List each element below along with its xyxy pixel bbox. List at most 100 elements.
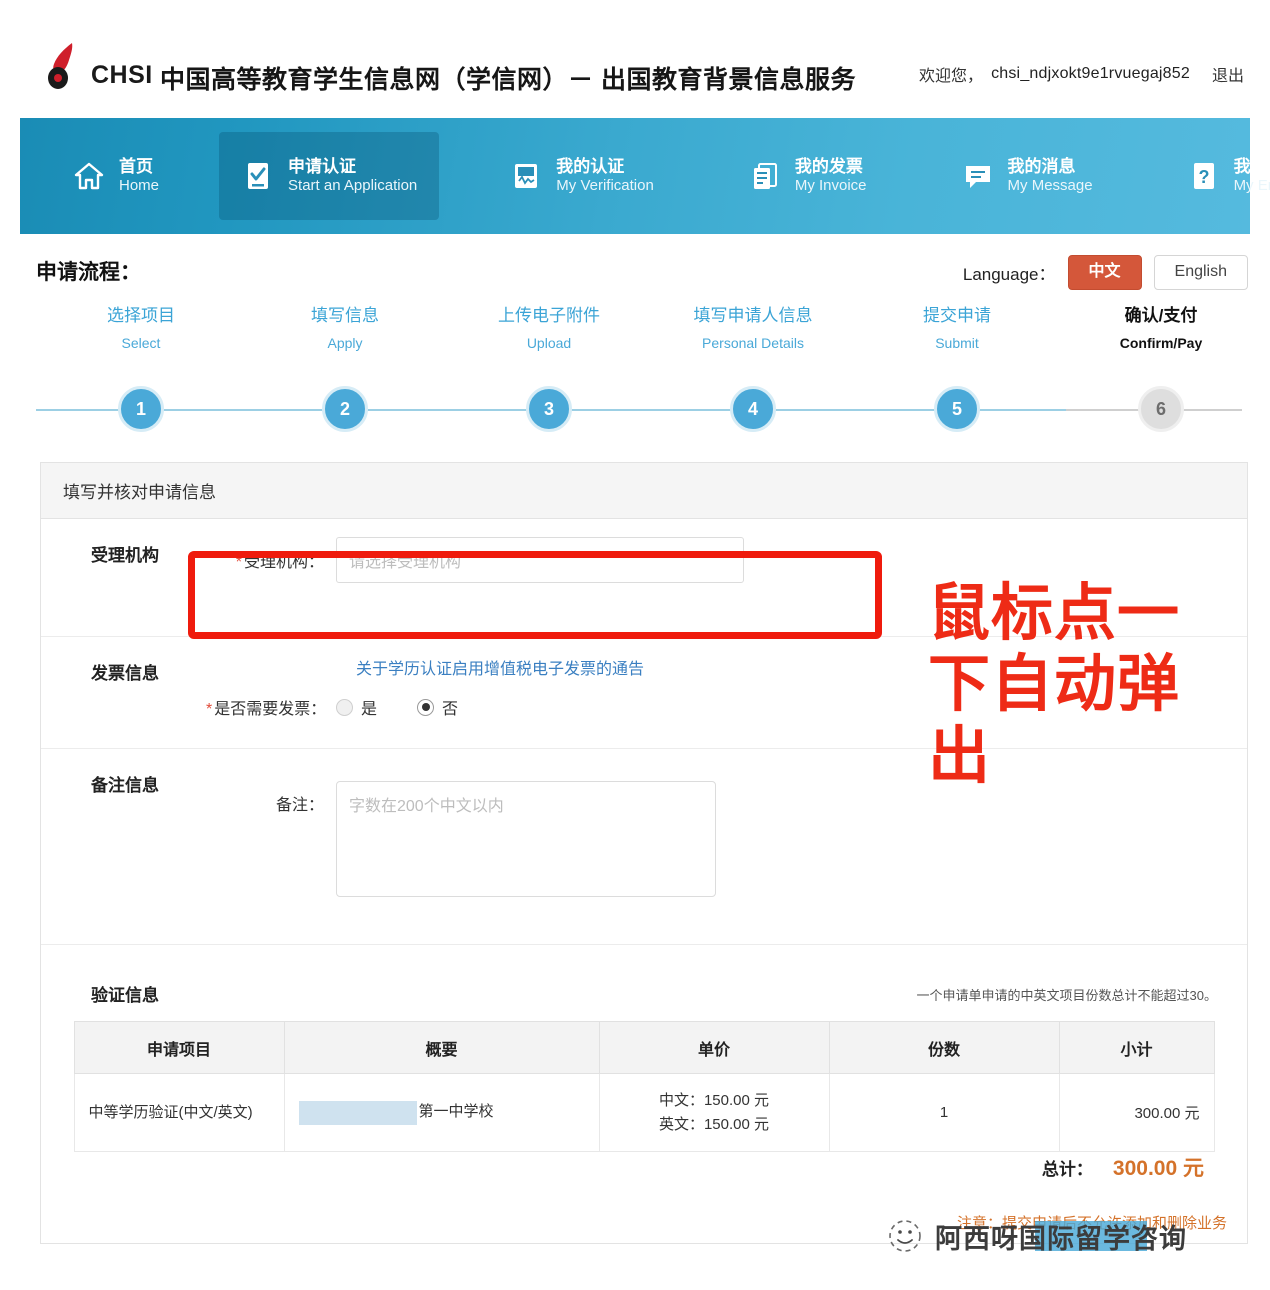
invoice-field-label: *是否需要发票： — [206, 695, 336, 719]
invoice-notice-link[interactable]: 关于学历认证启用增值税电子发票的通告 — [356, 655, 644, 679]
agency-field-label: *受理机构： — [206, 548, 336, 572]
nav-item-my-enquiry[interactable]: ? 我的咨询 My Enquiry — [1165, 132, 1270, 220]
step-6[interactable]: 确认/支付 Confirm/Pay 6 — [1061, 306, 1261, 351]
brand-abbr: CHSI — [91, 63, 153, 90]
step-3[interactable]: 上传电子附件 Upload 3 — [449, 306, 649, 351]
chsi-flame-logo-icon — [42, 40, 82, 90]
user-area: 欢迎您， chsi_ndjxokt9e1rvuegaj852 退出 — [919, 62, 1244, 86]
nav-label-en: Home — [119, 177, 159, 196]
agency-label-text: 受理机构： — [244, 554, 324, 571]
nav-label-cn: 我的认证 — [556, 156, 654, 177]
nav-item-start-application[interactable]: 申请认证 Start an Application — [219, 132, 439, 220]
home-icon — [72, 159, 106, 193]
cell-subtotal: 300.00 元 — [1059, 1074, 1214, 1152]
radio-circle-icon — [336, 699, 353, 716]
step-label-cn: 选择项目 — [41, 306, 241, 326]
invoice-radio-yes[interactable]: 是 — [336, 695, 377, 719]
step-label-cn: 填写申请人信息 — [653, 306, 853, 326]
required-star-icon: * — [206, 701, 212, 718]
step-connector-line — [36, 409, 1242, 411]
question-icon: ? — [1187, 159, 1221, 193]
watermark-text-wrap: 阿西呀国际留学咨询 — [935, 1217, 1187, 1256]
nav-item-home[interactable]: 首页 Home — [50, 132, 181, 220]
smiley-face-icon — [885, 1216, 925, 1256]
agency-select-input[interactable]: 请选择受理机构 — [336, 537, 744, 583]
nav-label-cn: 我的发票 — [795, 156, 867, 177]
required-star-icon: * — [236, 554, 242, 571]
step-1[interactable]: 选择项目 Select 1 — [41, 306, 241, 351]
nav-label-en: My Invoice — [795, 177, 867, 196]
column-header-summary: 概要 — [284, 1022, 599, 1074]
page-root: CHSI 中国高等教育学生信息网（学信网）－ 出国教育背景信息服务 欢迎您， c… — [0, 0, 1270, 1290]
step-number-badge: 1 — [118, 386, 164, 432]
step-number-badge: 2 — [322, 386, 368, 432]
step-label-cn: 确认/支付 — [1061, 306, 1261, 326]
svg-text:?: ? — [1198, 167, 1209, 187]
section-verification: 验证信息 一个申请单申请的中英文项目份数总计不能超过30。 申请项目 概要 单价… — [41, 945, 1247, 1243]
items-table: 申请项目 概要 单价 份数 小计 中等学历验证(中文/英文) 第一中学校 — [74, 1021, 1215, 1152]
language-switcher: Language： 中文 English — [963, 255, 1248, 290]
nav-labels: 我的认证 My Verification — [556, 156, 654, 196]
site-title: 中国高等教育学生信息网（学信网）－ 出国教育背景信息服务 — [160, 60, 856, 96]
step-progress: 选择项目 Select 1 填写信息 Apply 2 上传电子附件 Upload… — [36, 306, 1242, 436]
nav-label-en: My Message — [1008, 177, 1093, 196]
language-button-chinese[interactable]: 中文 — [1068, 255, 1142, 290]
invoice-radio-no[interactable]: 否 — [417, 695, 458, 719]
step-number-badge: 6 — [1138, 386, 1184, 432]
step-5[interactable]: 提交申请 Submit 5 — [857, 306, 1057, 351]
invoice-icon — [748, 159, 782, 193]
cell-item-name: 中等学历验证(中文/英文) — [74, 1074, 284, 1152]
total-label: 总计： — [1042, 1155, 1093, 1180]
cell-summary-text: 第一中学校 — [419, 1103, 494, 1120]
invoice-radio-yes-label: 是 — [361, 695, 377, 719]
cell-summary: 第一中学校 — [284, 1074, 599, 1152]
step-number-badge: 5 — [934, 386, 980, 432]
step-2[interactable]: 填写信息 Apply 2 — [245, 306, 445, 351]
total-row: 总计： 300.00 元 — [74, 1152, 1214, 1212]
section-label-invoice: 发票信息 — [91, 659, 159, 684]
brand-logo[interactable]: CHSI — [42, 40, 153, 90]
step-4[interactable]: 填写申请人信息 Personal Details 4 — [653, 306, 853, 351]
step-label-en: Select — [41, 335, 241, 351]
step-label-cn: 上传电子附件 — [449, 306, 649, 326]
logout-link[interactable]: 退出 — [1212, 62, 1244, 86]
verification-header: 验证信息 一个申请单申请的中英文项目份数总计不能超过30。 — [41, 963, 1247, 1021]
nav-item-my-invoice[interactable]: 我的发票 My Invoice — [726, 132, 889, 220]
remark-field-label: 备注： — [206, 781, 336, 897]
total-value: 300.00 元 — [1113, 1152, 1204, 1182]
invoice-radio-row: *是否需要发票： 是 否 — [206, 695, 498, 719]
watermark-text: 阿西呀国际留学咨询 — [935, 1224, 1187, 1254]
step-number-badge: 3 — [526, 386, 572, 432]
nav-label-en: My Enquiry — [1234, 177, 1270, 196]
watermark: 阿西呀国际留学咨询 — [885, 1216, 1187, 1256]
remark-textarea[interactable]: 字数在200个中文以内 — [336, 781, 716, 897]
step-label-cn: 填写信息 — [245, 306, 445, 326]
card-header-title: 填写并核对申请信息 — [41, 463, 1247, 519]
nav-labels: 首页 Home — [119, 156, 159, 196]
nav-labels: 申请认证 Start an Application — [288, 156, 417, 196]
nav-label-cn: 我的消息 — [1008, 156, 1093, 177]
cell-quantity: 1 — [829, 1074, 1059, 1152]
nav-label-cn: 首页 — [119, 156, 159, 177]
step-number-badge: 4 — [730, 386, 776, 432]
section-label-remark: 备注信息 — [91, 771, 159, 796]
main-navigation: 首页 Home 申请认证 Start an Application — [20, 118, 1250, 234]
nav-label-cn: 申请认证 — [288, 156, 417, 177]
step-label-en: Confirm/Pay — [1061, 335, 1261, 351]
step-label-en: Upload — [449, 335, 649, 351]
invoice-label-text: 是否需要发票： — [214, 701, 326, 718]
document-check-icon — [241, 159, 275, 193]
language-label: Language： — [963, 260, 1056, 285]
language-button-english[interactable]: English — [1154, 255, 1248, 290]
verification-note: 一个申请单申请的中英文项目份数总计不能超过30。 — [917, 985, 1217, 1004]
welcome-text: 欢迎您， — [919, 62, 983, 86]
redacted-block — [299, 1101, 417, 1125]
radio-circle-selected-icon — [417, 699, 434, 716]
column-header-price: 单价 — [599, 1022, 829, 1074]
table-header-row: 申请项目 概要 单价 份数 小计 — [74, 1022, 1214, 1074]
application-flow-section: 申请流程： Language： 中文 English 选择项目 Select 1… — [0, 234, 1270, 464]
nav-label-en: Start an Application — [288, 177, 417, 196]
nav-labels: 我的发票 My Invoice — [795, 156, 867, 196]
nav-item-my-verification[interactable]: 我的认证 My Verification — [487, 132, 676, 220]
nav-item-my-message[interactable]: 我的消息 My Message — [939, 132, 1115, 220]
